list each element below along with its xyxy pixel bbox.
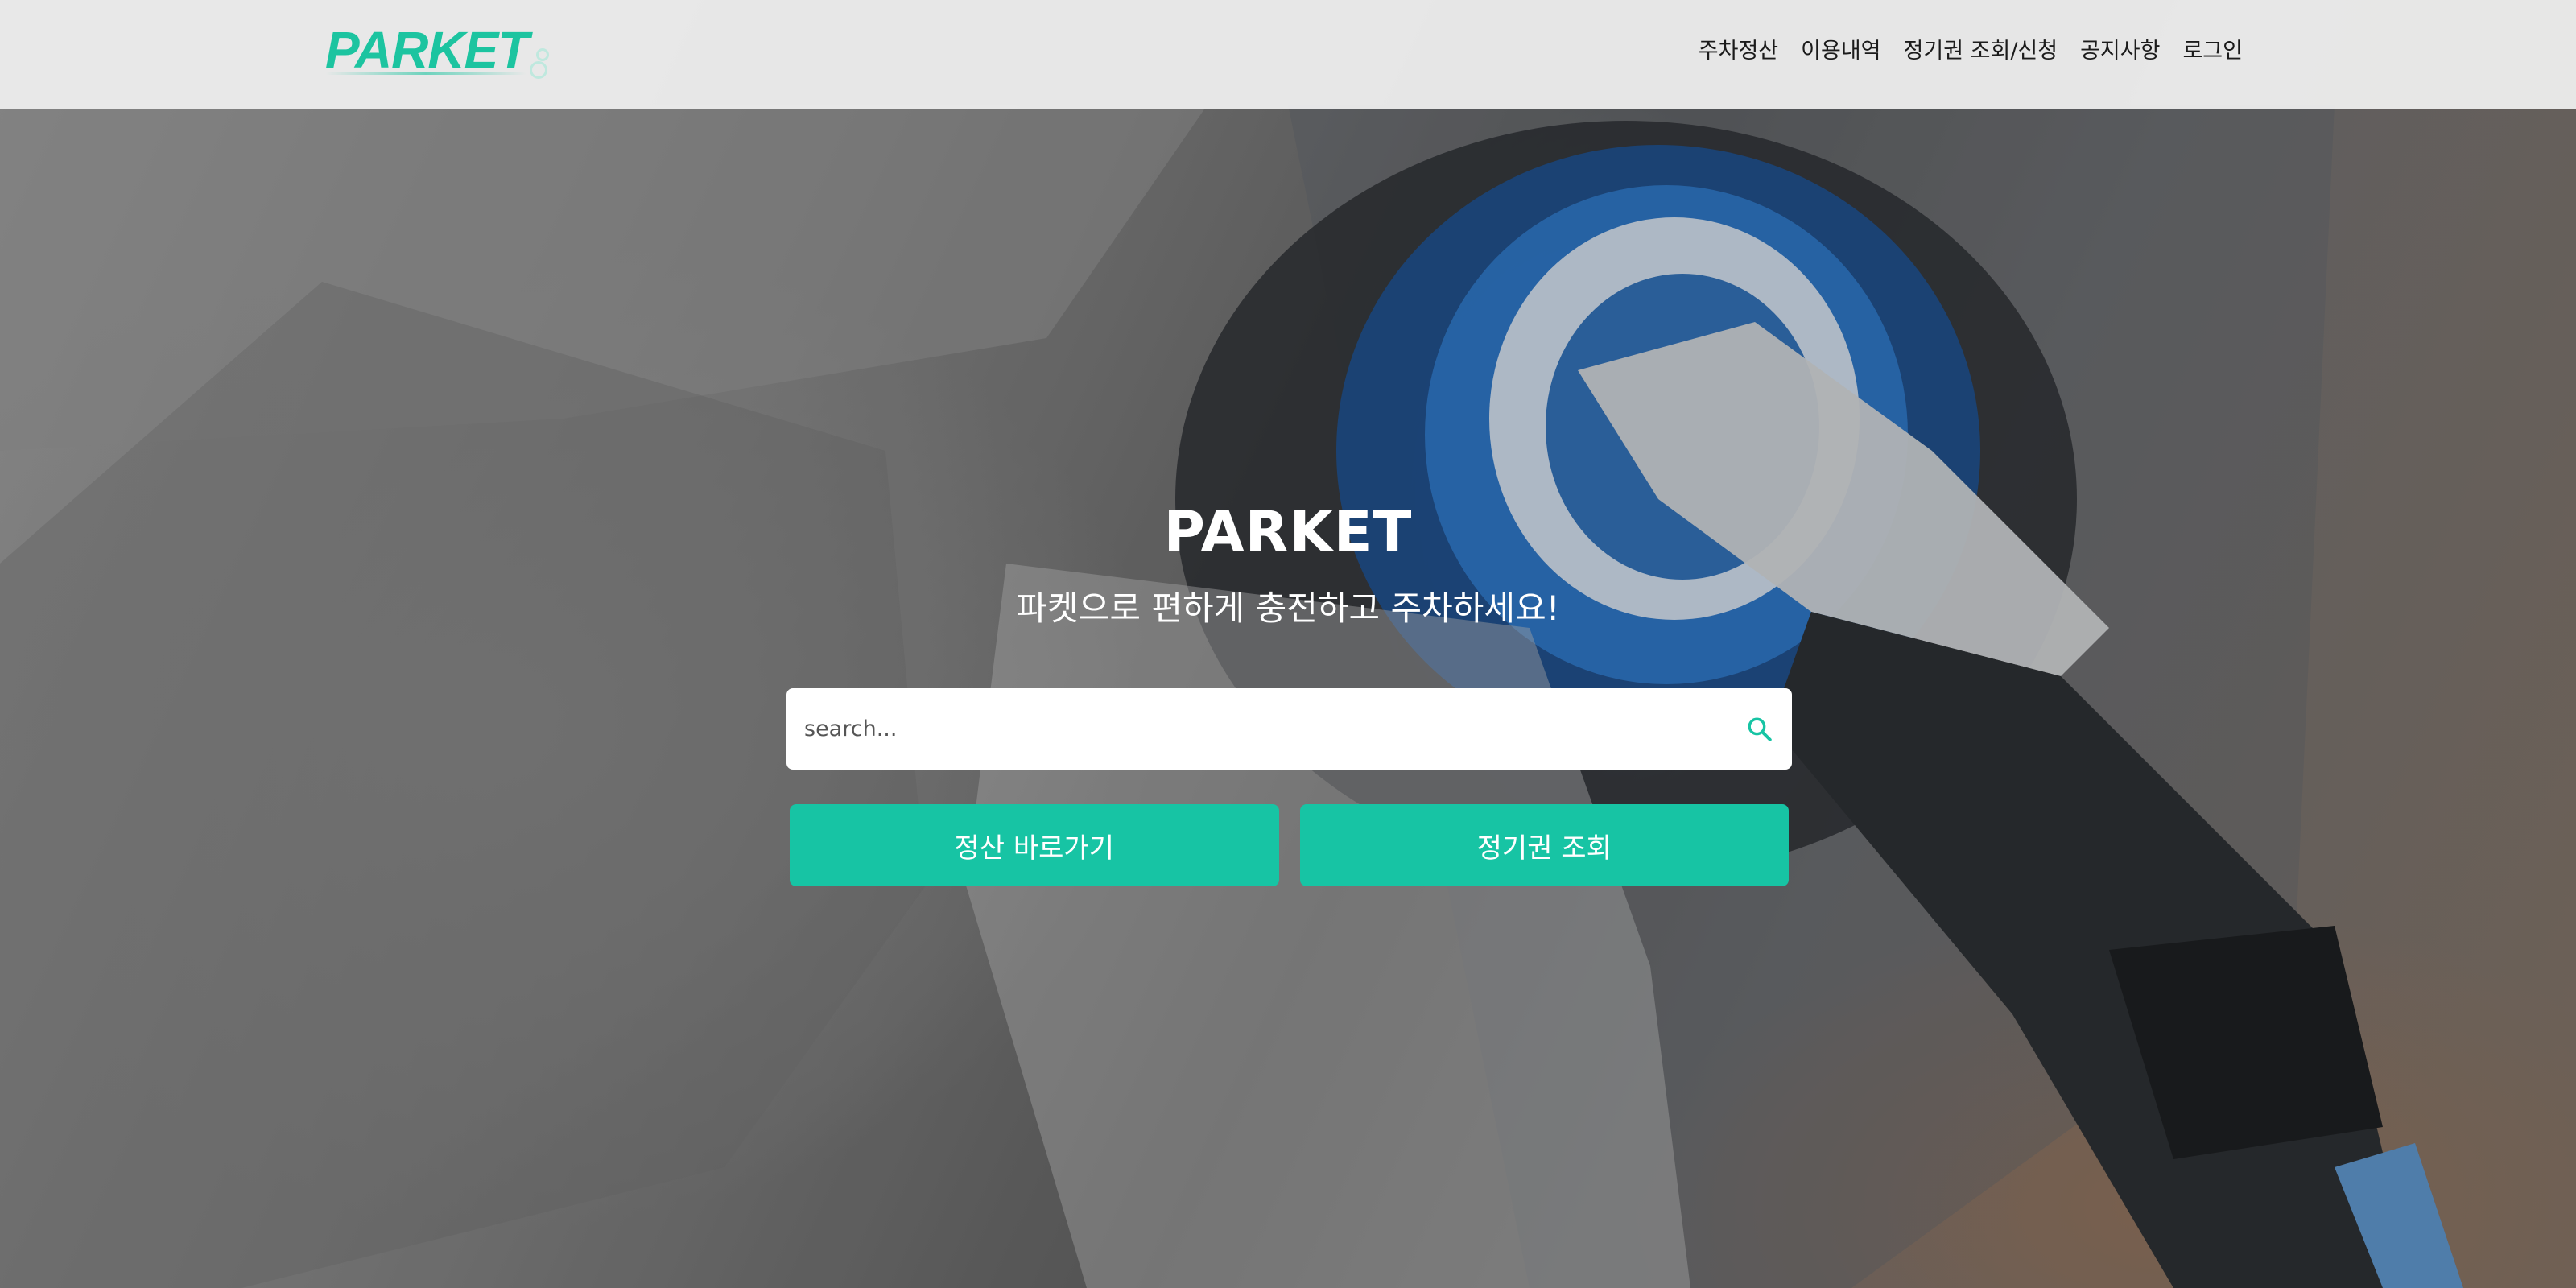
nav-item-parking-payment[interactable]: 주차정산 [1699, 32, 1778, 71]
hero-overlay [0, 0, 2576, 1288]
hero-subtitle: 파켓으로 편하게 충전하고 주차하세요! [1016, 588, 1560, 628]
hero-title: PARKET [1163, 499, 1413, 565]
nav-item-usage-history[interactable]: 이용내역 [1801, 32, 1880, 71]
search-bar [786, 688, 1792, 770]
search-input[interactable] [786, 688, 1728, 770]
season-pass-lookup-button[interactable]: 정기권 조회 [1299, 804, 1789, 886]
search-button[interactable] [1728, 688, 1792, 770]
main-nav: 주차정산 이용내역 정기권 조회/신청 공지사항 로그인 [1699, 32, 2243, 71]
nav-item-season-pass[interactable]: 정기권 조회/신청 [1904, 32, 2058, 71]
go-to-payment-button[interactable]: 정산 바로가기 [790, 804, 1279, 886]
nav-item-notices[interactable]: 공지사항 [2080, 32, 2160, 71]
search-icon [1748, 717, 1772, 741]
logo-underline [325, 72, 526, 75]
hero-actions: 정산 바로가기 정기권 조회 [790, 804, 1789, 886]
logo-bubbles-icon [530, 34, 554, 82]
top-header: PARKET 주차정산 이용내역 정기권 조회/신청 공지사항 로그인 [0, 0, 2576, 109]
nav-item-login[interactable]: 로그인 [2182, 32, 2243, 71]
